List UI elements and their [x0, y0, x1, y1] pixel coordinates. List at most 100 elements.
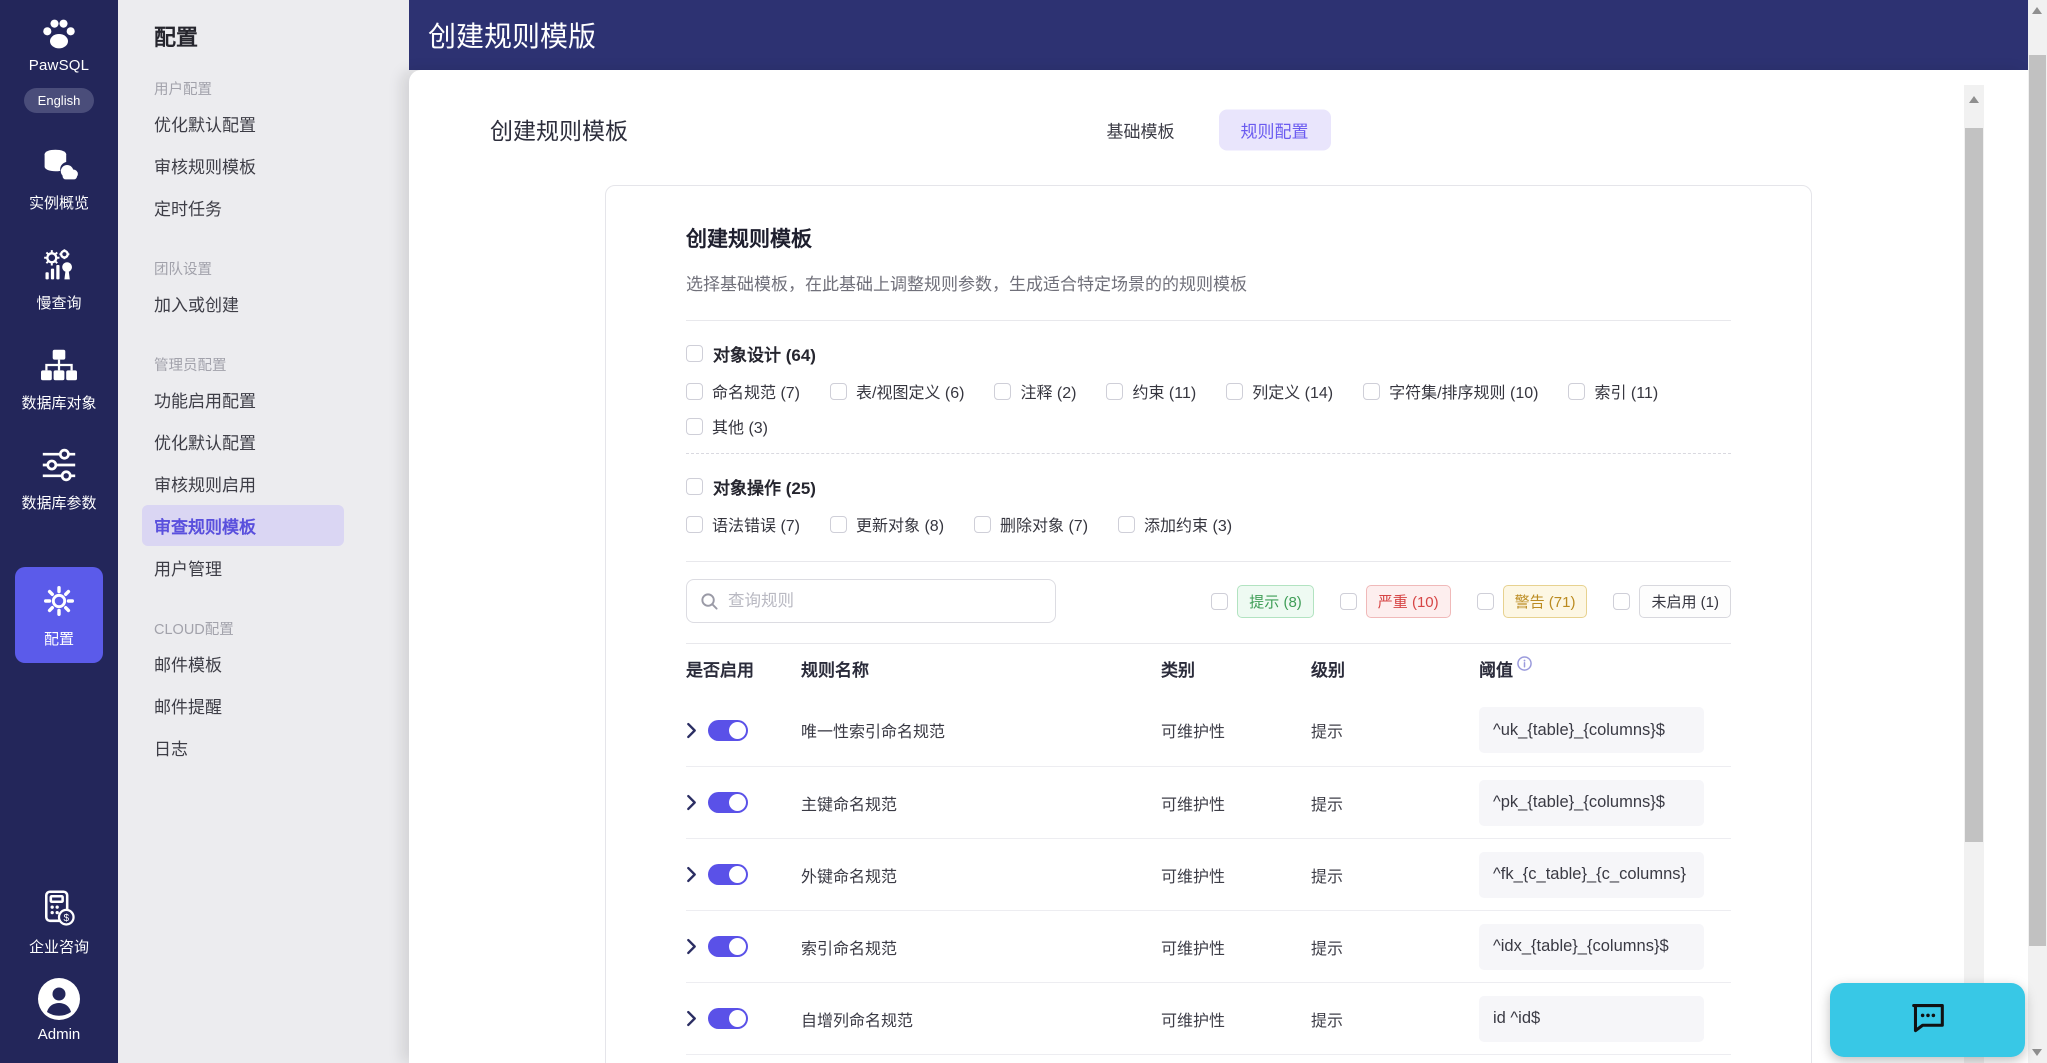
language-toggle[interactable]: English — [23, 88, 95, 113]
menu-item[interactable]: 用户管理 — [142, 547, 344, 588]
rule-enable-toggle[interactable] — [708, 719, 748, 741]
severity-filter-item[interactable]: 提示 (8) — [1211, 584, 1314, 618]
severity-checkbox[interactable] — [1476, 592, 1494, 610]
category-checkbox[interactable] — [686, 417, 703, 435]
column-header-enabled: 是否启用 — [686, 661, 754, 680]
category-filter-item[interactable]: 索引 (11) — [1568, 379, 1658, 403]
menu-item[interactable]: 审核规则模板 — [142, 145, 344, 186]
category-checkbox[interactable] — [1106, 382, 1124, 400]
threshold-input[interactable] — [1479, 923, 1704, 970]
menu-item[interactable]: 邮件提醒 — [142, 685, 344, 726]
category-checkbox[interactable] — [1226, 382, 1244, 400]
category-filter-item[interactable]: 语法错误 (7) — [686, 512, 800, 536]
rule-enable-toggle[interactable] — [708, 936, 748, 958]
sliders-icon — [39, 445, 79, 485]
category-checkbox[interactable] — [974, 515, 992, 533]
expand-chevron-icon[interactable] — [686, 1010, 697, 1027]
expand-chevron-icon[interactable] — [686, 866, 697, 883]
severity-checkbox[interactable] — [1211, 592, 1229, 610]
category-checkbox[interactable] — [830, 515, 848, 533]
category-checkbox[interactable] — [1118, 515, 1136, 533]
category-filter-item[interactable]: 其他 (3) — [686, 414, 768, 438]
expand-chevron-icon[interactable] — [686, 722, 697, 739]
category-filter-item[interactable]: 命名规范 (7) — [686, 379, 800, 403]
expand-chevron-icon[interactable] — [686, 794, 697, 811]
category-checkbox[interactable] — [1363, 382, 1381, 400]
category-filter-item[interactable]: 更新对象 (8) — [830, 512, 944, 536]
tab-rule-config[interactable]: 规则配置 — [1218, 109, 1331, 151]
content-scroll-up-button[interactable] — [1964, 85, 1984, 113]
menu-item[interactable]: 审查规则模板 — [142, 505, 344, 546]
sidebar-item-slow-query[interactable]: 慢查询 — [0, 237, 118, 321]
divider — [686, 453, 1731, 454]
rule-row: 外键命名规范 可维护性 提示 — [686, 838, 1731, 910]
sidebar-item-enterprise[interactable]: $ 企业咨询 — [0, 885, 118, 961]
group-checkbox[interactable] — [686, 345, 703, 362]
category-filter-item[interactable]: 添加约束 (3) — [1118, 512, 1232, 536]
threshold-input[interactable] — [1479, 779, 1704, 826]
severity-checkbox[interactable] — [1339, 592, 1357, 610]
window-scrollbar — [2028, 0, 2047, 1063]
content-scrollbar — [1964, 85, 1984, 1063]
menu-item[interactable]: 邮件模板 — [142, 643, 344, 684]
threshold-input[interactable] — [1479, 851, 1704, 898]
search-box[interactable] — [686, 579, 1056, 623]
window-scrollbar-thumb[interactable] — [2029, 55, 2046, 946]
column-header-rule-name: 规则名称 — [801, 661, 869, 680]
category-checkbox[interactable] — [686, 515, 703, 533]
category-filter-item[interactable]: 表/视图定义 (6) — [830, 379, 964, 403]
menu-item[interactable]: 优化默认配置 — [142, 421, 344, 462]
menu-item[interactable]: 定时任务 — [142, 187, 344, 228]
category-checkbox[interactable] — [830, 382, 848, 400]
sidebar-item-db-objects[interactable]: 数据库对象 — [0, 337, 118, 421]
rule-enable-toggle[interactable] — [708, 792, 748, 814]
menu-item[interactable]: 审核规则启用 — [142, 463, 344, 504]
tab-base-template[interactable]: 基础模板 — [1107, 110, 1175, 151]
category-checkbox[interactable] — [994, 382, 1012, 400]
chat-icon — [1908, 1002, 1948, 1039]
menu-section-header: CLOUD配置 — [154, 622, 234, 638]
category-filter-item[interactable]: 注释 (2) — [994, 379, 1076, 403]
severity-filters: 提示 (8) 严重 (10) 警告 (71) 未启用 (1) — [1211, 584, 1731, 618]
sidebar-item-db-params[interactable]: 数据库参数 — [0, 437, 118, 521]
category-label: 注释 (2) — [1020, 385, 1077, 402]
category-checkbox[interactable] — [1568, 382, 1586, 400]
divider — [686, 320, 1731, 321]
expand-chevron-icon[interactable] — [686, 938, 697, 955]
primary-nav-footer: $ 企业咨询 Admin — [0, 885, 118, 1047]
sidebar-item-admin[interactable]: Admin — [0, 975, 118, 1047]
window-scroll-up-button[interactable] — [2032, 7, 2042, 14]
severity-checkbox[interactable] — [1613, 592, 1631, 610]
severity-filter-item[interactable]: 警告 (71) — [1476, 584, 1588, 618]
pawsql-logo-icon — [38, 16, 80, 52]
rule-name: 外键命名规范 — [801, 868, 898, 886]
category-checkbox[interactable] — [686, 382, 703, 400]
content-scrollbar-thumb[interactable] — [1965, 128, 1983, 842]
severity-filter-item[interactable]: 严重 (10) — [1339, 584, 1451, 618]
rule-category-groups: 对象设计 (64) 命名规范 (7) 表/视图定义 (6) 注释 (2) 约束 … — [686, 341, 1731, 536]
sidebar-item-instances[interactable]: 实例概览 — [0, 137, 118, 221]
threshold-input[interactable] — [1479, 995, 1704, 1042]
severity-filter-item[interactable]: 未启用 (1) — [1613, 584, 1731, 618]
category-filter-item[interactable]: 字符集/排序规则 (10) — [1363, 379, 1538, 403]
category-label: 表/视图定义 (6) — [856, 385, 965, 402]
rule-enable-toggle[interactable] — [708, 864, 748, 886]
sidebar-item-settings[interactable]: 配置 — [15, 567, 103, 663]
window-scroll-down-button[interactable] — [2032, 1049, 2042, 1056]
search-input[interactable] — [728, 591, 1042, 611]
category-filter-item[interactable]: 删除对象 (7) — [974, 512, 1088, 536]
rule-enable-toggle[interactable] — [708, 1008, 748, 1030]
menu-item[interactable]: 加入或创建 — [142, 283, 344, 324]
info-icon[interactable] — [1517, 656, 1532, 671]
menu-item[interactable]: 日志 — [142, 727, 344, 768]
group-checkbox[interactable] — [686, 478, 703, 495]
rule-category: 可维护性 — [1161, 940, 1226, 958]
category-filter-item[interactable]: 列定义 (14) — [1226, 379, 1333, 403]
chat-button[interactable] — [1830, 983, 2025, 1057]
menu-item[interactable]: 功能启用配置 — [142, 379, 344, 420]
threshold-input[interactable] — [1479, 707, 1704, 754]
menu-section: 用户配置 优化默认配置 审核规则模板 定时任务 — [154, 78, 409, 228]
menu-item[interactable]: 优化默认配置 — [142, 103, 344, 144]
category-filter-item[interactable]: 约束 (11) — [1106, 379, 1196, 403]
rule-name: 唯一性索引命名规范 — [801, 724, 946, 742]
